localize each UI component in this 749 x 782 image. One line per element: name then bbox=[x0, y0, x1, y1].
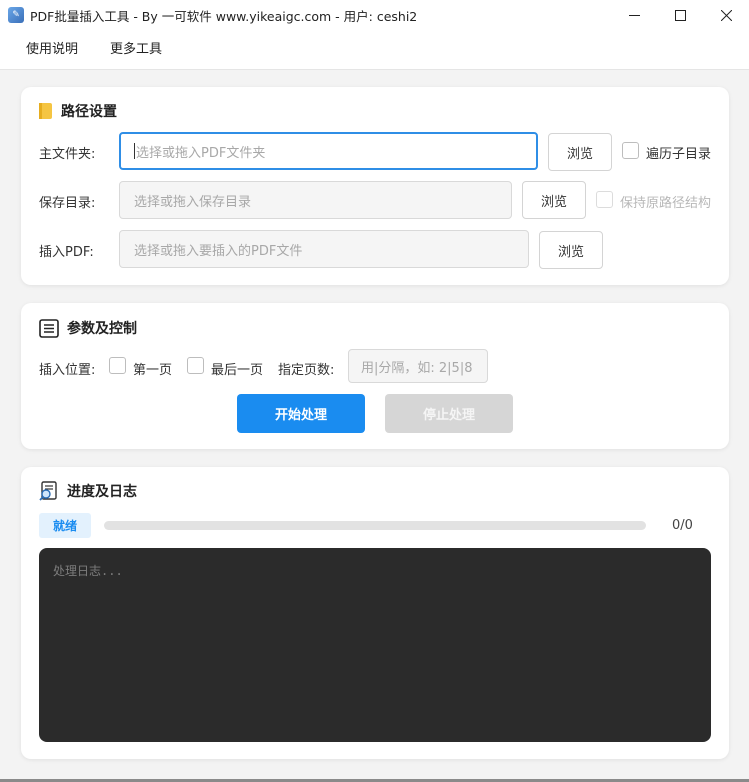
save-dir-placeholder: 选择或拖入保存目录 bbox=[134, 194, 252, 210]
keep-structure-checkbox[interactable] bbox=[596, 191, 613, 208]
maximize-button[interactable] bbox=[657, 0, 703, 30]
folder-icon bbox=[39, 103, 53, 119]
main-folder-input[interactable]: 选择或拖入PDF文件夹 bbox=[119, 132, 538, 170]
progress-bar bbox=[104, 521, 646, 530]
progress-heading: 进度及日志 bbox=[39, 481, 137, 501]
keep-structure-label: 保持原路径结构 bbox=[620, 196, 712, 211]
start-button[interactable]: 开始处理 bbox=[237, 394, 365, 433]
last-page-checkbox[interactable] bbox=[187, 357, 204, 374]
save-dir-label: 保存目录: bbox=[39, 196, 96, 211]
main-folder-label: 主文件夹: bbox=[39, 147, 96, 162]
traverse-subdirs-label: 遍历子目录 bbox=[646, 147, 712, 162]
list-icon bbox=[39, 318, 59, 338]
window-title: PDF批量插入工具 - By 一可软件 www.yikeaigc.com - 用… bbox=[30, 8, 418, 24]
log-output[interactable]: 处理日志... bbox=[39, 548, 711, 742]
menu-bar: 使用说明 更多工具 bbox=[0, 30, 749, 70]
log-search-icon bbox=[39, 481, 59, 501]
log-placeholder: 处理日志... bbox=[53, 564, 123, 578]
params-title: 参数及控制 bbox=[67, 321, 137, 337]
first-page-checkbox[interactable] bbox=[109, 357, 126, 374]
insert-pdf-placeholder: 选择或拖入要插入的PDF文件 bbox=[134, 243, 303, 259]
insert-pdf-browse-button[interactable]: 浏览 bbox=[539, 231, 603, 269]
menu-item-help[interactable]: 使用说明 bbox=[10, 30, 94, 70]
specified-pages-input[interactable]: 用|分隔，如: 2|5|8 bbox=[348, 349, 488, 383]
window-controls bbox=[611, 0, 749, 30]
first-page-label: 第一页 bbox=[133, 363, 173, 378]
maximize-icon bbox=[674, 9, 686, 21]
last-page-label: 最后一页 bbox=[211, 363, 264, 378]
specified-pages-placeholder: 用|分隔，如: 2|5|8 bbox=[361, 360, 473, 376]
path-settings-card: 路径设置 主文件夹: 选择或拖入PDF文件夹 浏览 遍历子目录 保存目录: 选择… bbox=[21, 87, 729, 285]
main-folder-placeholder: 选择或拖入PDF文件夹 bbox=[136, 145, 266, 161]
params-heading: 参数及控制 bbox=[39, 318, 137, 338]
close-icon bbox=[720, 9, 732, 21]
text-caret bbox=[134, 143, 135, 159]
title-bar: ✎ PDF批量插入工具 - By 一可软件 www.yikeaigc.com -… bbox=[0, 0, 749, 30]
close-button[interactable] bbox=[703, 0, 749, 30]
progress-count: 0/0 bbox=[672, 518, 693, 533]
progress-title: 进度及日志 bbox=[67, 484, 137, 500]
insert-pdf-label: 插入PDF: bbox=[39, 245, 94, 260]
traverse-subdirs-checkbox[interactable] bbox=[622, 142, 639, 159]
path-settings-heading: 路径设置 bbox=[39, 101, 117, 121]
save-dir-browse-button[interactable]: 浏览 bbox=[522, 181, 586, 219]
stop-button[interactable]: 停止处理 bbox=[385, 394, 513, 433]
insert-pdf-input[interactable]: 选择或拖入要插入的PDF文件 bbox=[119, 230, 529, 268]
save-dir-input[interactable]: 选择或拖入保存目录 bbox=[119, 181, 512, 219]
menu-item-more-tools[interactable]: 更多工具 bbox=[94, 30, 178, 70]
insert-position-label: 插入位置: bbox=[39, 363, 96, 378]
progress-card: 进度及日志 就绪 0/0 处理日志... bbox=[21, 467, 729, 759]
path-settings-title: 路径设置 bbox=[61, 104, 117, 120]
app-logo-icon: ✎ bbox=[8, 7, 24, 23]
minimize-icon bbox=[628, 14, 640, 16]
specified-pages-label: 指定页数: bbox=[278, 363, 335, 378]
main-folder-browse-button[interactable]: 浏览 bbox=[548, 133, 612, 171]
params-card: 参数及控制 插入位置: 第一页 最后一页 指定页数: 用|分隔，如: 2|5|8… bbox=[21, 303, 729, 449]
minimize-button[interactable] bbox=[611, 0, 657, 30]
status-badge: 就绪 bbox=[39, 513, 92, 538]
